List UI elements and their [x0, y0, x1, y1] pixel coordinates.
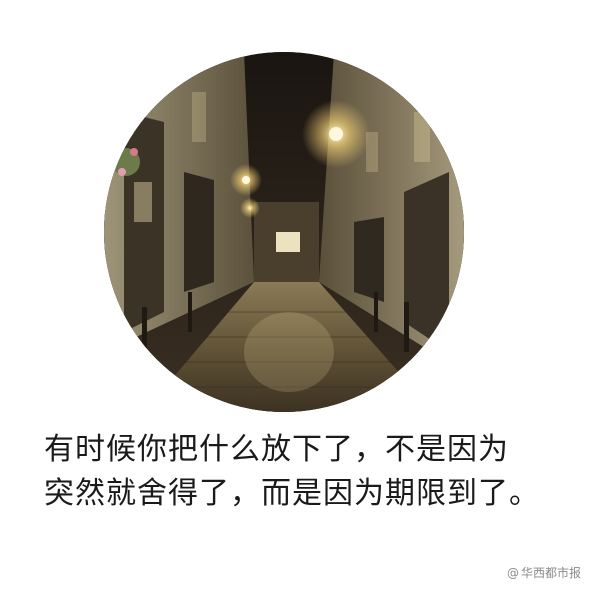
street-photo	[104, 52, 464, 412]
quote-line-1: 有时候你把什么放下了，不是因为	[44, 432, 509, 467]
at-sign: @	[506, 565, 519, 580]
alley-illustration	[104, 52, 464, 412]
quote-text: 有时候你把什么放下了，不是因为 突然就舍得了，而是因为期限到了。	[44, 428, 564, 516]
watermark-text: 华西都市报	[520, 566, 581, 580]
quote-line-2: 突然就舍得了，而是因为期限到了。	[44, 476, 540, 511]
source-watermark: @ 华西都市报	[507, 564, 581, 581]
